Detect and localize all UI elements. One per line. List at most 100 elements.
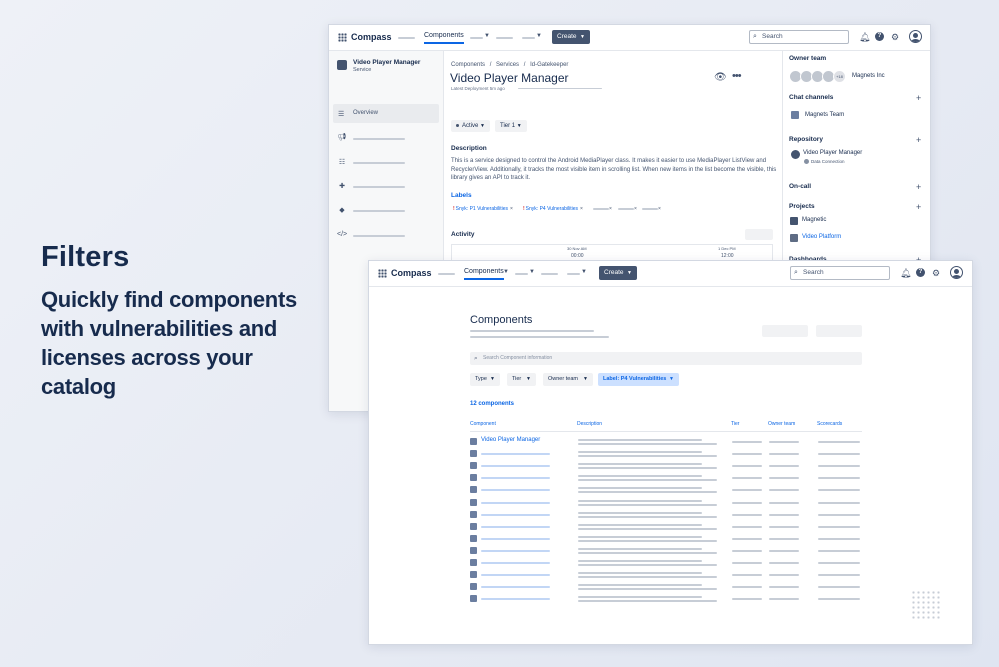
search-input[interactable]: ⌕ Search — [749, 30, 849, 44]
project-name[interactable]: Magnetic — [802, 217, 826, 223]
more-members-badge[interactable]: +18 — [833, 70, 846, 83]
sidebar-item-placeholder[interactable] — [353, 186, 405, 188]
breadcrumb-item[interactable]: Id-Gatekeeper — [530, 62, 568, 68]
deployment-bar — [518, 88, 602, 89]
tier-dropdown[interactable]: Tier 1 ▼ — [495, 120, 527, 132]
tier-placeholder — [732, 598, 762, 600]
component-name-placeholder[interactable] — [481, 550, 550, 552]
close-icon[interactable]: × — [609, 205, 612, 213]
sidebar-item-placeholder[interactable] — [353, 162, 405, 164]
plus-icon[interactable]: + — [916, 203, 921, 212]
secondary-button[interactable] — [762, 325, 808, 337]
component-name-placeholder[interactable] — [481, 598, 550, 600]
gear-icon[interactable]: ⚙ — [891, 32, 899, 42]
component-search-input[interactable]: ⌕ Search Component information — [470, 352, 862, 365]
nav-item-placeholder[interactable] — [567, 273, 580, 275]
github-icon — [791, 150, 800, 159]
sidebar-item-placeholder[interactable] — [353, 210, 405, 212]
nav-item-placeholder[interactable] — [515, 273, 528, 275]
label-tag[interactable]: !Snyk: P4 Vulnerabilities × — [523, 205, 583, 213]
sidebar-item-overview[interactable]: ☰ Overview — [333, 104, 439, 123]
help-icon[interactable]: ? — [875, 32, 884, 41]
chat-channel-name[interactable]: Magnets Team — [805, 112, 844, 118]
component-name-placeholder[interactable] — [481, 586, 550, 588]
project-link[interactable]: Video Platform — [802, 234, 841, 240]
breadcrumb-item[interactable]: Services — [496, 62, 519, 68]
nav-item-placeholder[interactable] — [398, 37, 415, 39]
repository-name[interactable]: Video Player Manager — [803, 150, 862, 156]
nav-item-placeholder[interactable] — [496, 37, 513, 39]
tier-placeholder — [732, 526, 762, 528]
more-icon[interactable]: ••• — [732, 70, 742, 82]
app-switcher-icon[interactable] — [378, 269, 387, 278]
column-header-scorecards[interactable]: Scorecards — [817, 421, 842, 427]
activity-filter-button[interactable] — [745, 229, 773, 240]
secondary-button[interactable] — [816, 325, 862, 337]
label-placeholder[interactable] — [618, 208, 634, 210]
tab-components[interactable]: Components — [464, 268, 504, 280]
close-icon[interactable]: × — [510, 206, 513, 212]
nav-item-placeholder[interactable] — [438, 273, 455, 275]
tab-components[interactable]: Components — [424, 32, 464, 44]
component-name-placeholder[interactable] — [481, 514, 550, 516]
column-header-tier[interactable]: Tier — [731, 421, 739, 427]
sidebar-item-placeholder[interactable] — [353, 235, 405, 237]
brand-logo[interactable]: Compass — [351, 32, 392, 42]
create-button[interactable]: Create ▼ — [552, 30, 590, 44]
component-name-placeholder[interactable] — [481, 574, 550, 576]
filter-type[interactable]: Type ▼ — [470, 373, 500, 386]
close-icon[interactable]: × — [658, 205, 661, 213]
avatar[interactable] — [950, 266, 963, 279]
sidebar-item-placeholder[interactable] — [353, 138, 405, 140]
component-name-placeholder[interactable] — [481, 526, 550, 528]
plus-icon[interactable]: + — [916, 94, 921, 103]
brand-logo[interactable]: Compass — [391, 268, 432, 278]
description-placeholder — [578, 564, 717, 566]
component-name-placeholder[interactable] — [481, 465, 550, 467]
eye-icon[interactable]: 👁︎ — [714, 72, 727, 83]
component-name-placeholder[interactable] — [481, 562, 550, 564]
column-header-component[interactable]: Component — [470, 421, 496, 427]
chevron-down-icon: ▼ — [581, 269, 587, 275]
app-switcher-icon[interactable] — [338, 33, 347, 42]
nav-item-placeholder[interactable] — [522, 37, 535, 39]
help-icon[interactable]: ? — [916, 268, 925, 277]
search-input[interactable]: ⌕ Search — [790, 266, 890, 280]
megaphone-icon[interactable]: 📢︎ — [337, 133, 347, 141]
filter-label-p4[interactable]: Label: P4 Vulnerabilities ▼ — [598, 373, 679, 386]
owner-placeholder — [769, 550, 799, 552]
label-placeholder[interactable] — [642, 208, 658, 210]
gear-icon[interactable]: ⚙ — [932, 268, 940, 278]
filter-tier[interactable]: Tier ▼ — [507, 373, 536, 386]
scorecard-icon[interactable]: ☷ — [337, 158, 347, 166]
filter-owner-team[interactable]: Owner team ▼ — [543, 373, 593, 386]
component-name-placeholder[interactable] — [481, 453, 550, 455]
owner-team-name[interactable]: Magnets Inc — [852, 73, 885, 79]
status-dropdown[interactable]: Active ▼ — [451, 120, 490, 132]
column-header-owner-team[interactable]: Owner team — [768, 421, 795, 427]
component-name-placeholder[interactable] — [481, 502, 550, 504]
nav-item-placeholder[interactable] — [470, 37, 483, 39]
breadcrumb-item[interactable]: Components — [451, 62, 485, 68]
diamond-icon[interactable]: ◆ — [337, 206, 347, 214]
code-icon[interactable]: </> — [337, 231, 347, 238]
close-icon[interactable]: × — [580, 206, 583, 212]
component-name-placeholder[interactable] — [481, 538, 550, 540]
column-header-description[interactable]: Description — [577, 421, 602, 427]
notification-icon[interactable]: 🔔︎ — [859, 32, 870, 42]
component-link[interactable]: Video Player Manager — [481, 437, 540, 443]
close-icon[interactable]: × — [634, 205, 637, 213]
component-name-placeholder[interactable] — [481, 489, 550, 491]
description-placeholder — [578, 443, 717, 445]
nav-item-placeholder[interactable] — [541, 273, 558, 275]
avatar[interactable] — [909, 30, 922, 43]
label-placeholder[interactable] — [593, 208, 609, 210]
scorecard-placeholder — [818, 586, 860, 588]
plus-icon[interactable]: + — [916, 136, 921, 145]
notification-icon[interactable]: 🔔︎ — [900, 268, 911, 278]
plus-icon[interactable]: + — [916, 183, 921, 192]
puzzle-icon[interactable]: ✚ — [337, 182, 347, 190]
label-tag[interactable]: !Snyk: P1 Vulnerabilities × — [453, 205, 513, 213]
component-name-placeholder[interactable] — [481, 477, 550, 479]
create-button[interactable]: Create ▼ — [599, 266, 637, 280]
